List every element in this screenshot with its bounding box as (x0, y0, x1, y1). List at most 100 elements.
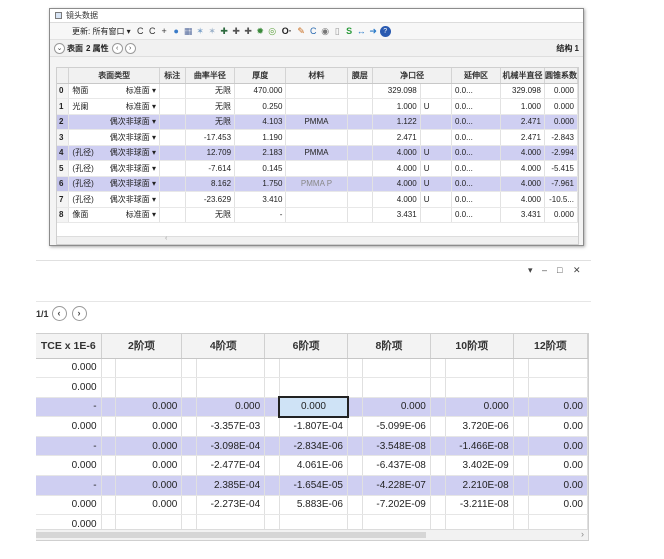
table-row[interactable]: 1 光阑 标准面 ▾ 无限 0.250 1.000 U 0.0... 1.000 … (57, 98, 578, 115)
thickness-cell[interactable]: 3.410 (234, 191, 287, 208)
conic-cell[interactable]: 0.000 (544, 83, 578, 99)
coating-cell[interactable] (347, 129, 374, 146)
col-header-tce[interactable]: TCE x 1E-6 (36, 334, 102, 359)
col-header-conic[interactable]: 圆锥系数 (544, 68, 578, 84)
solve-cell[interactable] (430, 358, 446, 379)
term-10th-cell[interactable]: -1.466E-08 (445, 436, 514, 457)
term-4th-cell[interactable]: 2.385E-04 (196, 475, 266, 496)
mech-semi-diameter-cell[interactable]: 4.000 (500, 145, 545, 161)
cross-alt-icon[interactable]: ✚ (231, 26, 242, 37)
solve-cell[interactable] (264, 455, 280, 477)
term-6th-cell-selected[interactable]: 0.000 (278, 396, 349, 418)
term-12th-cell[interactable]: 0.00 (528, 397, 588, 418)
s-icon[interactable]: S (344, 26, 355, 37)
window-menu-dropdown-icon[interactable]: ▾ (528, 265, 533, 276)
table-row[interactable]: 0.000 0.000 -2.273E-04 5.883E-06 -7.202E… (36, 495, 588, 516)
term-6th-cell[interactable] (279, 377, 349, 398)
col-header-clear-aperture[interactable]: 净口径 (372, 68, 452, 84)
col-header-mech-semi-diameter[interactable]: 机械半直径 (500, 68, 545, 84)
tce-cell[interactable]: 0.000 (36, 455, 102, 477)
table-row[interactable]: 0 物面 标准面 ▾ 无限 470.000 329.098 0.0... 329.… (57, 83, 578, 99)
solve-cell[interactable] (101, 358, 117, 379)
solve-cell[interactable] (347, 475, 363, 496)
solve-cell[interactable] (181, 377, 198, 398)
chevron-down-icon[interactable]: ⌄ (54, 42, 65, 54)
solve-cell[interactable] (347, 436, 363, 457)
clear-aperture-cell[interactable]: 1.000 (372, 98, 421, 115)
clear-aperture-cell[interactable]: 329.098 (372, 83, 421, 99)
mech-semi-diameter-cell[interactable]: 4.000 (500, 176, 545, 192)
material-cell[interactable]: PMMA (285, 145, 348, 161)
solve-cell[interactable] (347, 377, 363, 398)
next-page-icon[interactable]: › (71, 306, 87, 321)
scroll-left-icon[interactable]: ‹ (165, 235, 167, 242)
extension-cell[interactable]: 0.0... (451, 160, 502, 177)
term-10th-cell[interactable]: 2.210E-08 (445, 475, 514, 496)
term-4th-cell[interactable] (196, 377, 266, 398)
clear-aperture-flag[interactable]: U (420, 98, 453, 115)
prev-arrow-icon[interactable]: ‹ (111, 42, 123, 54)
refresh-all-icon[interactable]: C (147, 26, 158, 37)
arrow-right-icon[interactable]: ➜ (368, 26, 379, 37)
solve-cell[interactable] (181, 416, 198, 437)
term-2nd-cell[interactable] (115, 377, 183, 398)
term-8th-cell[interactable]: -7.202E-09 (362, 495, 431, 516)
conic-cell[interactable]: -7.961 (544, 176, 578, 192)
solve-cell[interactable] (347, 358, 363, 379)
surface-type-dropdown[interactable]: 标准面 ▾ (126, 101, 156, 112)
tce-cell[interactable]: 0.000 (36, 416, 102, 437)
update-dropdown[interactable]: 更新: 所有窗口 ▾ (72, 26, 131, 37)
mech-semi-diameter-cell[interactable]: 4.000 (500, 160, 545, 177)
star-icon[interactable]: ✶ (195, 26, 206, 37)
conic-cell[interactable]: 0.000 (544, 98, 578, 115)
material-cell[interactable] (285, 191, 348, 208)
note-cell[interactable] (159, 191, 186, 208)
thickness-cell[interactable]: 0.145 (234, 160, 287, 177)
clear-aperture-cell[interactable]: 1.122 (372, 114, 421, 130)
surface-type-cell[interactable]: 偶次非球面 ▾ (68, 129, 160, 146)
solve-cell[interactable] (347, 397, 363, 418)
clear-aperture-cell[interactable]: 4.000 (372, 176, 421, 192)
clear-aperture-flag[interactable]: U (420, 191, 453, 208)
thickness-cell[interactable]: - (234, 207, 287, 223)
maximize-icon[interactable]: □ (557, 265, 562, 275)
col-header-radius[interactable]: 曲率半径 (185, 68, 236, 84)
burst-icon[interactable]: ✹ (255, 26, 266, 37)
term-8th-cell[interactable]: -5.099E-06 (362, 416, 431, 437)
term-4th-cell[interactable]: -2.477E-04 (196, 455, 266, 477)
solve-cell[interactable] (101, 397, 117, 418)
extension-cell[interactable]: 0.0... (451, 129, 502, 146)
extension-cell[interactable]: 0.0... (451, 207, 502, 223)
radius-cell[interactable]: 无限 (185, 114, 236, 130)
term-6th-cell[interactable] (279, 358, 349, 379)
circle-dropdown-icon[interactable]: O· (279, 26, 295, 37)
tce-cell[interactable]: - (36, 475, 102, 496)
scroll-right-icon[interactable]: › (581, 529, 584, 539)
clear-aperture-flag[interactable] (420, 114, 453, 130)
coating-cell[interactable] (347, 145, 374, 161)
term-8th-cell[interactable]: 0.000 (362, 397, 431, 418)
term-2nd-cell[interactable] (115, 358, 183, 379)
material-cell[interactable]: PMMA (285, 114, 348, 130)
surface-type-dropdown[interactable]: 偶次非球面 ▾ (110, 132, 156, 143)
solve-cell[interactable] (101, 436, 117, 457)
term-6th-cell[interactable]: -1.654E-05 (279, 475, 349, 496)
surface-type-dropdown[interactable]: 标准面 ▾ (126, 85, 156, 96)
term-4th-cell[interactable]: -2.273E-04 (196, 495, 266, 516)
term-10th-cell[interactable]: 3.402E-09 (445, 455, 514, 477)
mech-semi-diameter-cell[interactable]: 2.471 (500, 129, 545, 146)
term-4th-cell[interactable]: 0.000 (196, 397, 266, 418)
col-header-4th-order[interactable]: 4阶项 (181, 334, 266, 359)
table-row[interactable]: 5 (孔径) 偶次非球面 ▾ -7.614 0.145 4.000 U 0.0..… (57, 160, 578, 177)
term-6th-cell[interactable]: -1.807E-04 (279, 416, 349, 437)
solve-cell[interactable] (181, 455, 198, 477)
term-12th-cell[interactable]: 0.00 (528, 416, 588, 437)
term-4th-cell[interactable]: -3.357E-03 (196, 416, 266, 437)
tce-cell[interactable]: - (36, 397, 102, 418)
star-outline-icon[interactable]: ✶ (207, 26, 218, 37)
solve-cell[interactable] (430, 397, 446, 418)
surface-type-cell[interactable]: 偶次非球面 ▾ (68, 114, 160, 130)
solve-cell[interactable] (181, 475, 198, 496)
solve-cell[interactable] (264, 397, 280, 418)
pencil-icon[interactable]: ✎ (296, 26, 307, 37)
